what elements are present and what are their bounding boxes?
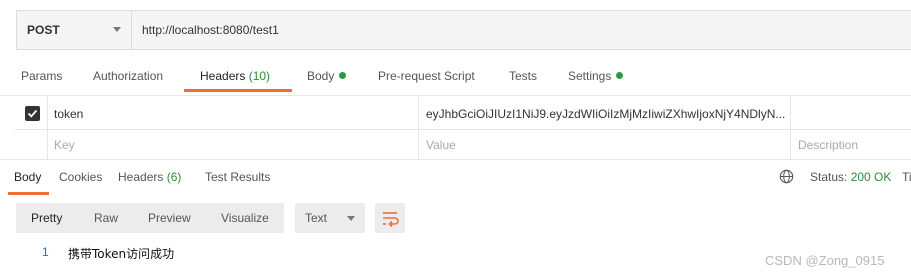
preview-button[interactable]: Preview [148,211,191,225]
line-number: 1 [42,245,49,259]
headers-count: (10) [248,69,271,83]
method-label: POST [27,23,60,37]
header-enabled-checkbox[interactable] [25,106,40,121]
format-select[interactable]: Text [295,203,365,233]
status-value: 200 OK [850,170,892,184]
globe-icon[interactable] [779,169,794,187]
wrap-lines-button[interactable] [375,203,405,233]
value-placeholder[interactable]: Value [426,138,456,152]
wrap-icon [383,212,399,228]
tab-authorization[interactable]: Authorization [93,69,163,83]
header-value-cell[interactable]: eyJhbGciOiJIUzI1NiJ9.eyJzdWIiOiIzMjMzIiw… [426,107,785,121]
description-placeholder[interactable]: Description [798,138,858,152]
request-bar: POST http://localhost:8080/test1 [16,10,911,50]
tab-settings[interactable]: Settings [568,69,624,83]
active-tab-indicator [184,89,292,92]
response-tab-test-results[interactable]: Test Results [205,170,270,184]
pretty-button[interactable]: Pretty [31,211,62,225]
method-select[interactable]: POST [17,11,132,49]
tab-body[interactable]: Body [307,69,347,83]
response-tab-headers[interactable]: Headers (6) [118,170,181,184]
response-time-truncated: Ti [902,170,911,184]
check-icon [27,109,38,118]
response-headers-count: (6) [166,170,182,184]
status-dot-icon [616,72,624,79]
raw-button[interactable]: Raw [94,211,118,225]
visualize-button[interactable]: Visualize [221,211,269,225]
key-placeholder[interactable]: Key [54,138,75,152]
response-body-text: 携带Token访问成功 [68,247,175,261]
response-tab-body[interactable]: Body [14,170,41,184]
url-input[interactable]: http://localhost:8080/test1 [142,23,279,37]
response-status: Status: 200 OK [810,170,892,184]
table-divider [47,96,48,159]
table-border [15,129,911,130]
format-label: Text [305,211,328,225]
table-border [0,95,911,96]
table-divider [418,96,419,159]
chevron-down-icon [113,27,121,32]
tab-headers[interactable]: Headers (10) [200,69,270,83]
active-response-tab-indicator [8,192,49,195]
status-dot-icon [339,72,347,79]
chevron-down-icon [347,216,355,221]
tab-tests[interactable]: Tests [509,69,537,83]
header-key-cell[interactable]: token [54,107,83,121]
response-tab-cookies[interactable]: Cookies [59,170,102,184]
tab-params[interactable]: Params [21,69,62,83]
table-divider [790,96,791,159]
watermark: CSDN @Zong_0915 [765,253,885,268]
table-border [0,159,911,160]
tab-pre-request-script[interactable]: Pre-request Script [378,69,475,83]
